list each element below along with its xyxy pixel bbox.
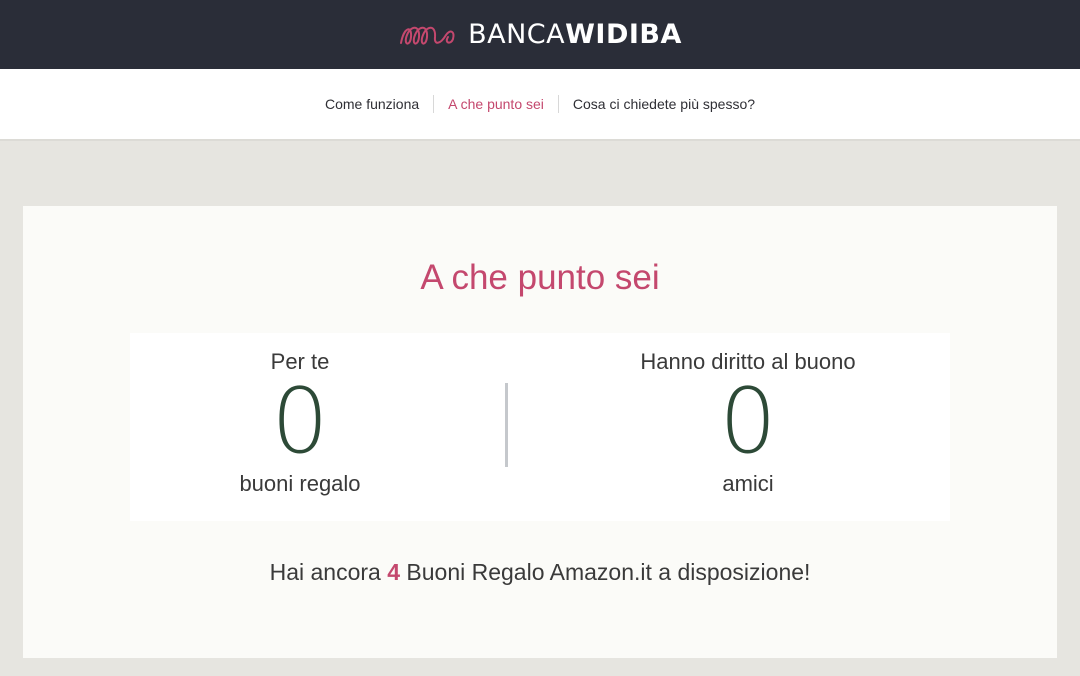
brand-name: BANCAWIDIBA — [468, 19, 682, 50]
remaining-vouchers-count: 4 — [387, 559, 400, 585]
remaining-vouchers-message: Hai ancora 4 Buoni Regalo Amazon.it a di… — [23, 559, 1057, 586]
widiba-scribble-icon — [400, 26, 455, 44]
stat-value: 0 — [719, 369, 777, 474]
progress-card: A che punto sei Per te 0 buoni regalo Ha… — [23, 206, 1057, 658]
nav-link-a-che-punto-sei[interactable]: A che punto sei — [434, 95, 558, 113]
nav-link-faq[interactable]: Cosa ci chiedete più spesso? — [559, 95, 769, 113]
summary-text-before: Hai ancora — [269, 559, 388, 585]
page-title: A che punto sei — [420, 258, 660, 297]
stat-friends-entitled: Hanno diritto al buono 0 amici — [598, 333, 898, 497]
stat-vouchers-for-you: Per te 0 buoni regalo — [150, 333, 450, 497]
stats-divider — [505, 383, 508, 467]
nav-link-come-funziona[interactable]: Come funziona — [311, 95, 433, 113]
stats-panel: Per te 0 buoni regalo Hanno diritto al b… — [130, 333, 950, 521]
stat-unit: amici — [722, 471, 774, 496]
brand-name-light: BANCA — [468, 19, 566, 50]
stat-value: 0 — [271, 369, 329, 474]
stat-unit: buoni regalo — [239, 471, 361, 496]
brand-logo[interactable]: BANCAWIDIBA — [398, 19, 682, 50]
summary-text-after: Buoni Regalo Amazon.it a disposizione! — [400, 559, 811, 585]
section-nav: Come funziona A che punto sei Cosa ci ch… — [0, 69, 1080, 141]
brand-name-bold: WIDIBA — [565, 19, 682, 50]
top-bar: BANCAWIDIBA — [0, 0, 1080, 69]
